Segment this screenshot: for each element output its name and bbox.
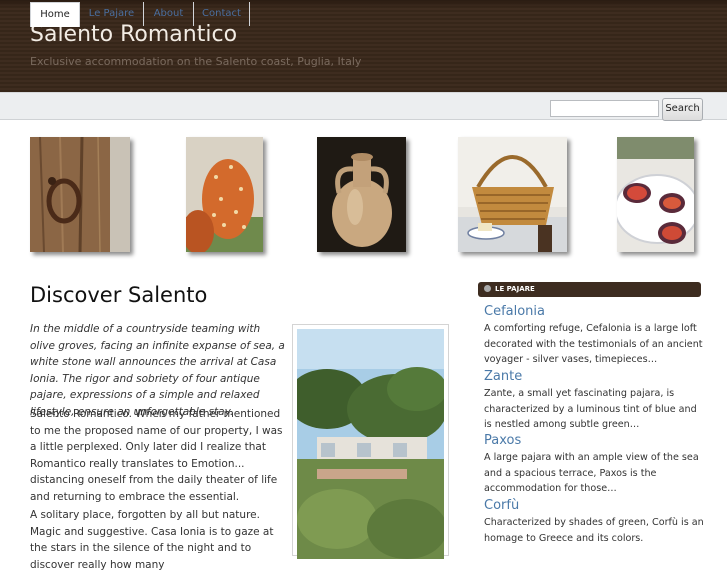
site-tagline: Exclusive accommodation on the Salento c… <box>30 55 362 68</box>
wicker-basket-photo[interactable] <box>458 137 567 252</box>
sidebar-entry-text: A large pajara with an ample view of the… <box>484 452 699 494</box>
post-title[interactable]: Discover Salento <box>30 283 207 307</box>
tab-about[interactable]: About <box>144 2 194 26</box>
sidebar-entry-text: Characterized by shades of green, Corfù … <box>484 517 704 544</box>
sidebar-entry-title[interactable]: Paxos <box>484 433 521 448</box>
sidebar-entry-text: A comforting refuge, Cefalonia is a larg… <box>484 323 703 365</box>
bullet-icon <box>484 285 491 292</box>
post-paragraph: Salento Romantico. When my father mentio… <box>30 408 283 503</box>
wooden-door-ring-photo[interactable] <box>30 137 130 252</box>
sidebar-heading-label: LE PAJARE <box>495 285 535 293</box>
sidebar-entry-text: Zante, a small yet fascinating pajara, i… <box>484 388 697 430</box>
search-button[interactable]: Search <box>662 98 703 121</box>
sidebar-entry-title[interactable]: Corfù <box>484 498 519 513</box>
prickly-pear-photo[interactable] <box>186 137 263 252</box>
post-photo <box>292 324 449 559</box>
figs-plate-photo[interactable] <box>617 137 694 252</box>
sidebar-heading: LE PAJARE <box>478 282 701 297</box>
sidebar-entry-title[interactable]: Cefalonia <box>484 304 545 319</box>
clay-amphora-photo[interactable] <box>317 137 406 252</box>
tab-le-pajare[interactable]: Le Pajare <box>80 2 144 26</box>
tab-home[interactable]: Home <box>30 2 80 27</box>
tab-contact[interactable]: Contact <box>194 2 250 26</box>
search-input[interactable] <box>550 100 659 117</box>
sidebar-entry-title[interactable]: Zante <box>484 369 522 384</box>
post-paragraph: A solitary place, forgotten by all but n… <box>30 509 274 571</box>
